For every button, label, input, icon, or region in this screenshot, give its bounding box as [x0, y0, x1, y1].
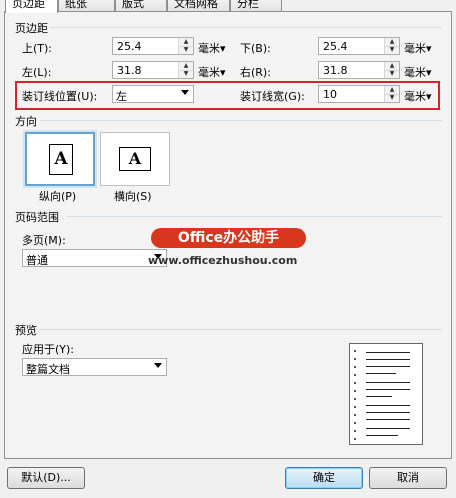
multi-page-label: 多页(M):	[22, 234, 66, 247]
gutter-position-select[interactable]: 左	[112, 85, 194, 103]
left-margin-spinner[interactable]: 31.8 ▲ ▼	[112, 61, 194, 79]
preview-line	[366, 366, 410, 367]
bottom-margin-value: 25.4	[323, 40, 348, 53]
gutter-dot	[354, 366, 356, 368]
gutter-dot	[354, 358, 356, 360]
page-range-divider	[66, 216, 442, 217]
gutter-dot	[354, 382, 356, 384]
preview-line	[366, 435, 398, 436]
gutter-dot	[354, 374, 356, 376]
preview-line	[366, 396, 392, 397]
tab-paper[interactable]: 纸张	[58, 0, 115, 11]
bottom-margin-spinner[interactable]: 25.4 ▲ ▼	[318, 37, 400, 55]
top-margin-unit[interactable]: 毫米▾	[198, 40, 226, 56]
left-margin-value: 31.8	[117, 64, 142, 77]
default-button[interactable]: 默认(D)...	[7, 467, 85, 489]
landscape-label: 横向(S)	[114, 190, 152, 203]
left-margin-unit[interactable]: 毫米▾	[198, 64, 226, 80]
orientation-divider	[40, 120, 442, 121]
gutter-position-value: 左	[116, 90, 127, 103]
multi-page-value: 普通	[26, 254, 48, 267]
gutter-width-unit[interactable]: 毫米▾	[404, 88, 432, 104]
preview-line	[366, 382, 410, 383]
cancel-button[interactable]: 取消	[369, 467, 447, 489]
apply-to-label: 应用于(Y):	[22, 343, 75, 356]
portrait-label: 纵向(P)	[39, 190, 77, 203]
page-preview	[349, 343, 423, 445]
preview-line	[366, 405, 410, 406]
portrait-page-icon: A	[49, 144, 73, 175]
right-margin-spinner[interactable]: 31.8 ▲ ▼	[318, 61, 400, 79]
ok-button[interactable]: 确定	[285, 467, 363, 489]
gutter-dot	[354, 406, 356, 408]
preview-line	[366, 412, 410, 413]
watermark-url: www.officezhushou.com	[148, 254, 298, 267]
preview-divider	[40, 329, 442, 330]
margins-section-title: 页边距	[15, 22, 48, 35]
top-margin-value: 25.4	[117, 40, 142, 53]
preview-section-title: 预览	[15, 324, 37, 337]
spin-arrows-icon[interactable]: ▲ ▼	[178, 38, 193, 54]
tab-margins[interactable]: 页边距	[5, 0, 58, 13]
landscape-page-icon: A	[119, 147, 151, 171]
gutter-dot	[354, 438, 356, 440]
gutter-dot	[354, 350, 356, 352]
apply-to-value: 整篇文档	[26, 363, 70, 376]
right-margin-label: 右(R):	[240, 66, 271, 79]
page-range-section-title: 页码范围	[15, 211, 59, 224]
spin-arrows-icon[interactable]: ▲ ▼	[384, 86, 399, 102]
tab-columns[interactable]: 分栏	[230, 0, 282, 11]
spin-arrows-icon[interactable]: ▲ ▼	[384, 38, 399, 54]
orientation-section-title: 方向	[15, 115, 37, 128]
gutter-dot	[354, 390, 356, 392]
tab-doc-grid[interactable]: 文档网格	[167, 0, 230, 11]
tab-layout[interactable]: 版式	[115, 0, 167, 11]
multi-page-select[interactable]: 普通	[22, 249, 167, 267]
gutter-width-spinner[interactable]: 10 ▲ ▼	[318, 85, 400, 103]
right-margin-value: 31.8	[323, 64, 348, 77]
preview-line	[366, 359, 410, 360]
gutter-dot	[354, 422, 356, 424]
top-margin-label: 上(T):	[22, 42, 53, 55]
preview-line	[366, 373, 396, 374]
margins-divider	[50, 27, 442, 28]
spin-arrows-icon[interactable]: ▲ ▼	[178, 62, 193, 78]
bottom-margin-unit[interactable]: 毫米▾	[404, 40, 432, 56]
gutter-dot	[354, 430, 356, 432]
gutter-dot	[354, 414, 356, 416]
caret-down-icon	[181, 90, 189, 95]
gutter-width-value: 10	[323, 88, 337, 101]
watermark-brand: Office办公助手	[151, 228, 306, 248]
apply-to-select[interactable]: 整篇文档	[22, 358, 167, 376]
spin-arrows-icon[interactable]: ▲ ▼	[384, 62, 399, 78]
gutter-position-label: 装订线位置(U):	[22, 90, 98, 103]
gutter-width-label: 装订线宽(G):	[240, 90, 305, 103]
preview-line	[366, 419, 410, 420]
top-margin-spinner[interactable]: 25.4 ▲ ▼	[112, 37, 194, 55]
caret-down-icon	[154, 363, 162, 368]
preview-line	[366, 389, 410, 390]
portrait-option[interactable]: A	[23, 130, 97, 188]
preview-line	[366, 352, 410, 353]
left-margin-label: 左(L):	[22, 66, 52, 79]
right-margin-unit[interactable]: 毫米▾	[404, 64, 432, 80]
landscape-option[interactable]: A	[100, 132, 170, 186]
bottom-margin-label: 下(B):	[240, 42, 271, 55]
preview-line	[366, 428, 410, 429]
gutter-dot	[354, 398, 356, 400]
